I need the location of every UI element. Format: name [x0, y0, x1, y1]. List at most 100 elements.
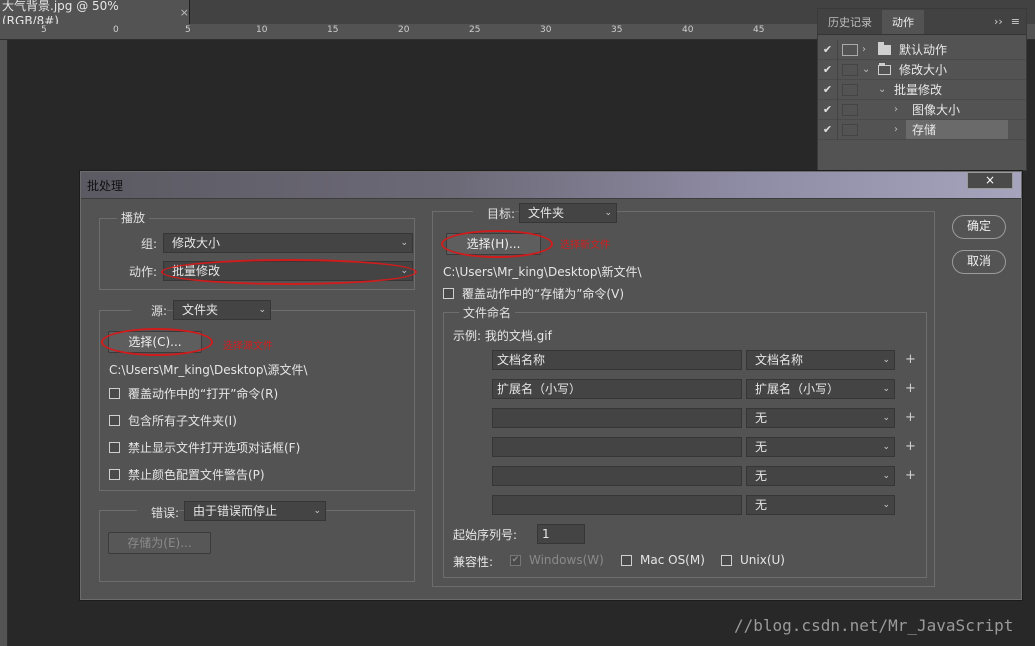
action-label: 默认动作 [899, 43, 948, 57]
check-icon[interactable]: ✔ [818, 39, 838, 60]
naming-select-value: 文档名称 [755, 353, 804, 367]
add-row-icon[interactable]: + [905, 468, 916, 483]
option-label: 禁止显示文件打开选项对话框(F) [128, 441, 301, 455]
naming-select-4[interactable]: 无 ⌄ [746, 437, 895, 457]
compat-mac-option[interactable]: Mac OS(M) [621, 553, 705, 567]
dialog-toggle-icon[interactable] [842, 103, 858, 116]
naming-select-6[interactable]: 无 ⌄ [746, 495, 895, 515]
naming-field-5[interactable] [492, 466, 742, 486]
compat-mac-checkbox[interactable] [621, 554, 632, 566]
close-icon[interactable]: × [180, 6, 189, 19]
source-select[interactable]: 文件夹 ⌄ [173, 300, 271, 320]
naming-select-5[interactable]: 无 ⌄ [746, 466, 895, 486]
override-save-checkbox[interactable] [443, 288, 454, 299]
collapse-icon[interactable]: ›› [994, 15, 1003, 28]
group-select-value: 修改大小 [172, 236, 221, 250]
compat-windows-checkbox[interactable]: ✔ [510, 554, 521, 566]
add-row-icon[interactable]: + [905, 352, 916, 367]
override-open-checkbox[interactable] [109, 388, 120, 399]
option-label: Windows(W) [529, 553, 604, 567]
ok-button[interactable]: 确定 [952, 215, 1006, 239]
dialog-title: 批处理 [87, 179, 124, 193]
panel-menu-icon[interactable]: ≡ [1011, 15, 1020, 28]
action-select[interactable]: 批量修改 ⌄ [163, 261, 413, 281]
naming-field-3[interactable] [492, 408, 742, 428]
naming-select-value: 无 [755, 411, 768, 425]
dialog-toggle-icon[interactable] [842, 63, 858, 76]
chevron-right-icon[interactable]: › [862, 44, 872, 55]
naming-field-2[interactable]: 扩展名（小写） [492, 379, 742, 399]
chevron-down-icon: ⌄ [882, 413, 890, 423]
suppress-open-dialogs-checkbox[interactable] [109, 442, 120, 453]
source-annotation: 选择源文件 [223, 341, 273, 352]
naming-select-2[interactable]: 扩展名（小写） ⌄ [746, 379, 895, 399]
override-open-option[interactable]: 覆盖动作中的“打开”命令(R) [109, 385, 278, 402]
chevron-down-icon[interactable]: ⌄ [878, 84, 888, 95]
add-row-icon[interactable]: + [905, 410, 916, 425]
source-select-value: 文件夹 [182, 303, 219, 317]
dialog-titlebar[interactable]: 批处理 × [81, 172, 1021, 199]
add-row-icon[interactable]: + [905, 439, 916, 454]
naming-select-3[interactable]: 无 ⌄ [746, 408, 895, 428]
chevron-down-icon: ⌄ [882, 355, 890, 365]
include-subfolders-checkbox[interactable] [109, 415, 120, 426]
suppress-color-warning-checkbox[interactable] [109, 469, 120, 480]
chevron-down-icon: ⌄ [313, 506, 321, 516]
option-label: 禁止颜色配置文件警告(P) [128, 468, 265, 482]
dialog-toggle-icon[interactable] [842, 43, 858, 56]
check-icon[interactable]: ✔ [818, 79, 838, 100]
compat-windows-option[interactable]: ✔ Windows(W) [510, 553, 604, 567]
errors-select[interactable]: 由于错误而停止 ⌄ [184, 501, 326, 521]
chevron-down-icon[interactable]: ⌄ [862, 64, 872, 75]
suppress-open-dialogs-option[interactable]: 禁止显示文件打开选项对话框(F) [109, 439, 300, 456]
chevron-down-icon: ⌄ [400, 238, 408, 248]
action-row-image-size[interactable]: ✔ › 图像大小 [818, 99, 1026, 120]
add-row-icon[interactable]: + [905, 381, 916, 396]
target-select[interactable]: 文件夹 ⌄ [519, 203, 617, 223]
include-subfolders-option[interactable]: 包含所有子文件夹(I) [109, 412, 237, 429]
action-label: 存储 [906, 120, 1008, 139]
naming-select-1[interactable]: 文档名称 ⌄ [746, 350, 895, 370]
tab-history[interactable]: 历史记录 [818, 10, 882, 34]
check-icon[interactable]: ✔ [818, 119, 838, 140]
ruler-label: 5 [41, 25, 47, 35]
chevron-down-icon: ⌄ [882, 442, 890, 452]
errors-label: 错误: [137, 504, 179, 521]
chevron-down-icon: ⌄ [882, 471, 890, 481]
naming-field-4[interactable] [492, 437, 742, 457]
action-row-resize[interactable]: ✔ ⌄ 修改大小 [818, 59, 1026, 80]
cancel-button[interactable]: 取消 [952, 250, 1006, 274]
action-row-batch[interactable]: ✔ ⌄ 批量修改 [818, 79, 1026, 100]
choose-target-button[interactable]: 选择(H)... [446, 233, 541, 255]
action-row-default[interactable]: ✔ › 默认动作 [818, 39, 1026, 60]
ruler-label: 35 [611, 25, 623, 35]
close-button[interactable]: × [967, 172, 1013, 189]
check-icon[interactable]: ✔ [818, 99, 838, 120]
ruler-label: 20 [398, 25, 410, 35]
choose-source-button[interactable]: 选择(C)... [108, 331, 202, 353]
start-serial-label: 起始序列号: [453, 528, 518, 542]
suppress-color-warning-option[interactable]: 禁止颜色配置文件警告(P) [109, 466, 265, 483]
check-icon[interactable]: ✔ [818, 59, 838, 80]
compat-label: 兼容性: [453, 555, 494, 569]
compat-unix-checkbox[interactable] [721, 554, 732, 566]
override-save-option[interactable]: 覆盖动作中的“存储为”命令(V) [443, 285, 624, 302]
target-annotation: 选择新文件 [560, 240, 610, 251]
group-select[interactable]: 修改大小 ⌄ [163, 233, 413, 253]
action-row-save[interactable]: ✔ › 存储 [818, 119, 1026, 140]
naming-field-6[interactable] [492, 495, 742, 515]
dialog-toggle-icon[interactable] [842, 83, 858, 96]
tab-actions[interactable]: 动作 [882, 10, 924, 34]
option-label: 包含所有子文件夹(I) [128, 414, 237, 428]
chevron-down-icon: ⌄ [258, 305, 266, 315]
chevron-right-icon[interactable]: › [894, 124, 904, 135]
start-serial-input[interactable]: 1 [537, 524, 585, 544]
document-tab[interactable]: 大气背景.jpg @ 50%(RGB/8#) × [0, 0, 190, 28]
naming-field-1[interactable]: 文档名称 [492, 350, 742, 370]
naming-select-value: 无 [755, 440, 768, 454]
chevron-right-icon[interactable]: › [894, 104, 904, 115]
save-as-button[interactable]: 存储为(E)... [108, 532, 211, 554]
dialog-toggle-icon[interactable] [842, 123, 858, 136]
compat-unix-option[interactable]: Unix(U) [721, 553, 785, 567]
chevron-down-icon: ⌄ [604, 208, 612, 218]
